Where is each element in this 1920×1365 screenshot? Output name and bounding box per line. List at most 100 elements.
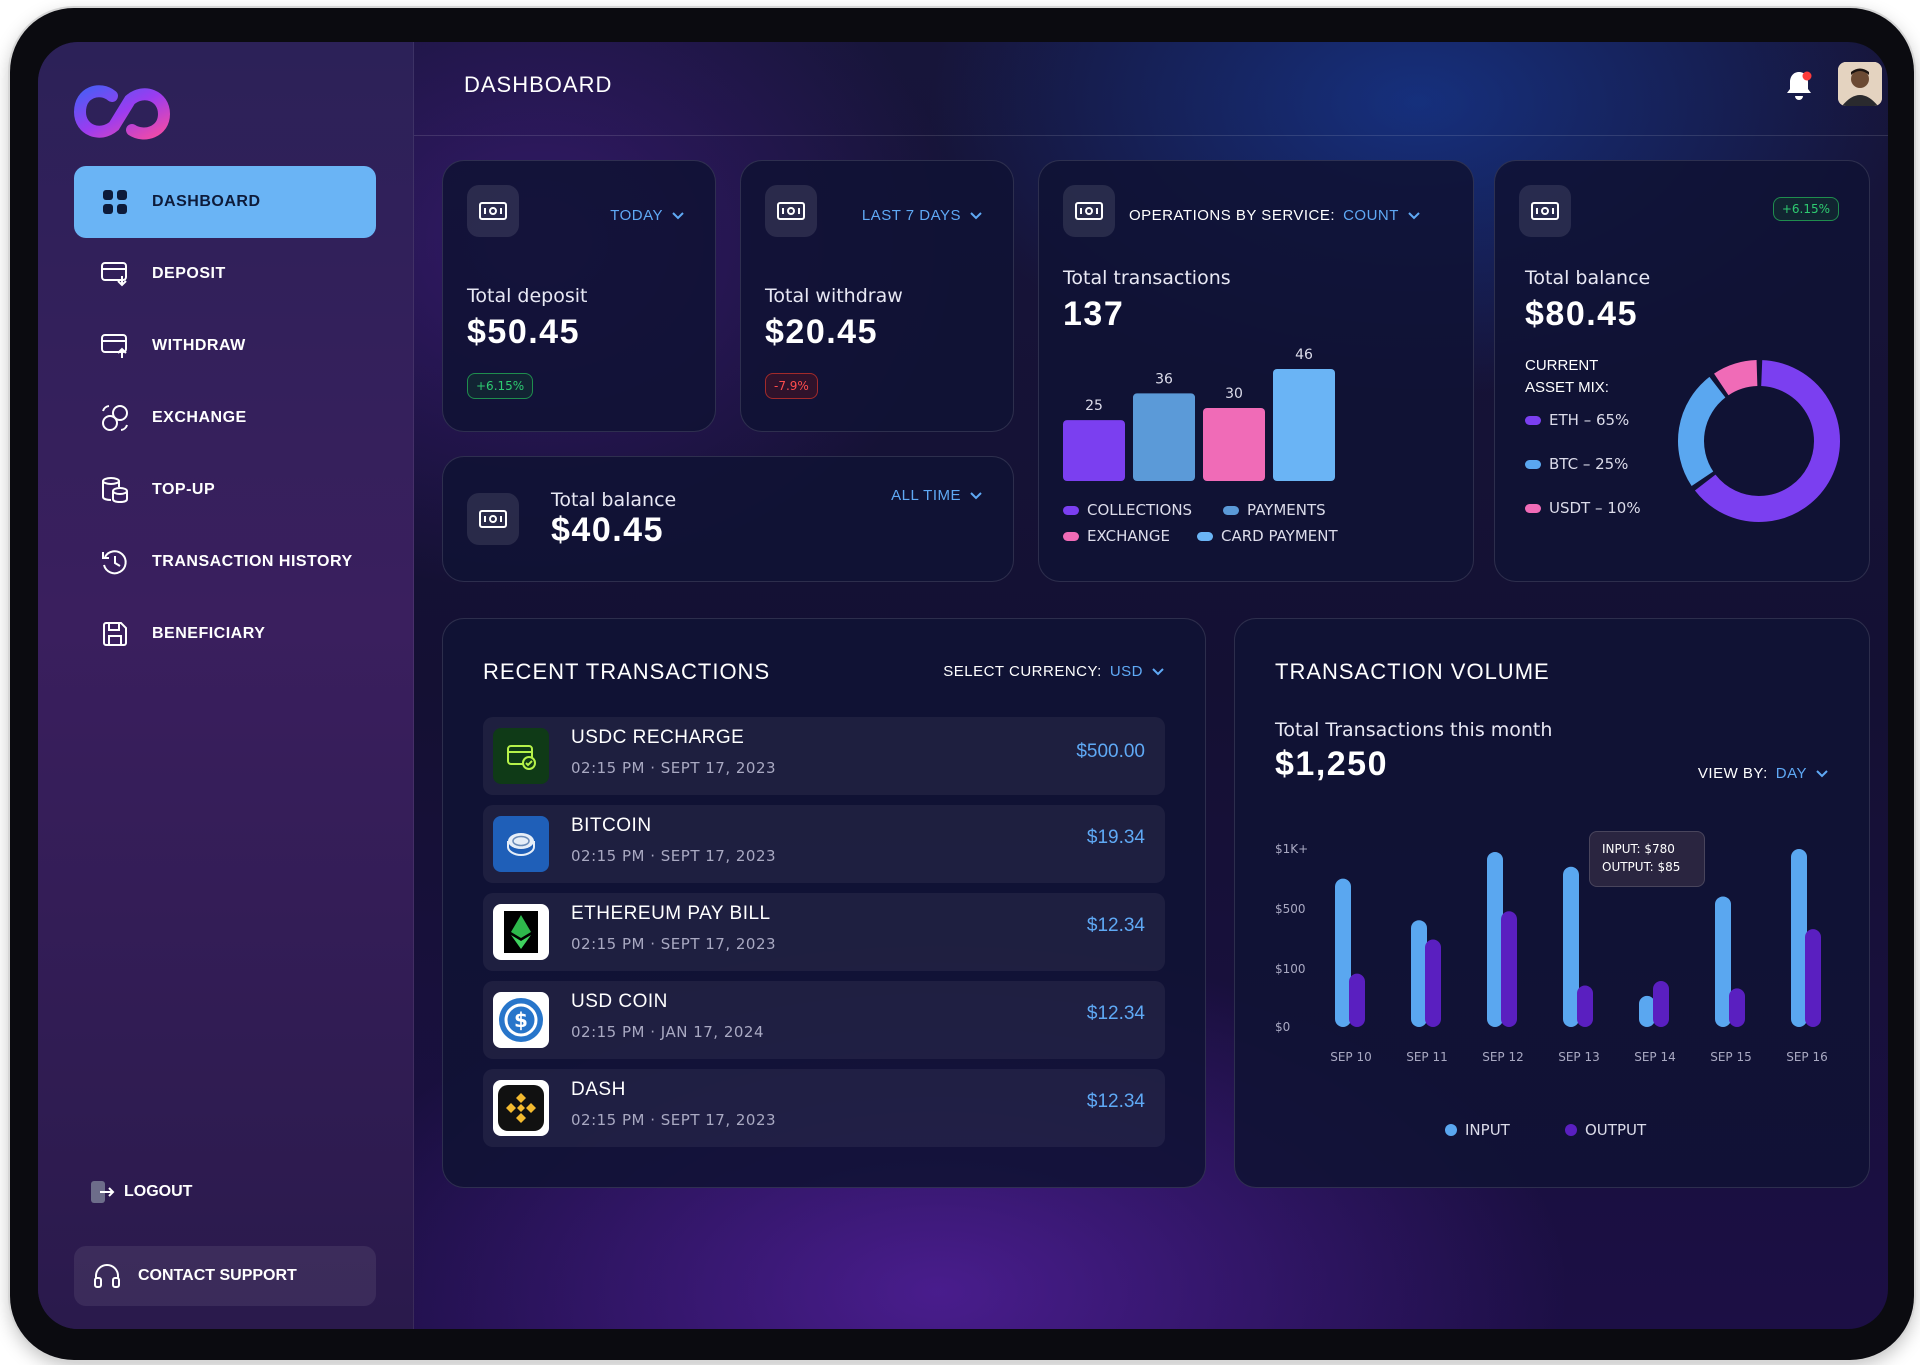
range-dropdown[interactable]: TODAY: [610, 207, 685, 224]
chevron-down-icon: [970, 491, 982, 499]
transaction-amount: $19.34: [1086, 827, 1145, 848]
sidebar-item-exchange[interactable]: EXCHANGE: [74, 382, 376, 454]
range-value: TODAY: [610, 207, 663, 224]
sidebar-item-beneficiary[interactable]: BENEFICIARY: [74, 598, 376, 670]
bar-input-3: [1563, 866, 1579, 1027]
avatar[interactable]: [1838, 62, 1882, 106]
usd-coin-icon: $: [493, 992, 549, 1048]
sidebar-item-top-up[interactable]: TOP-UP: [74, 454, 376, 526]
transaction-name: BITCOIN: [571, 815, 652, 836]
contact-support-button[interactable]: CONTACT SUPPORT: [74, 1246, 376, 1306]
legend-swatch: [1223, 505, 1239, 515]
transaction-date: 02:15 PM · SEPT 17, 2023: [571, 759, 777, 777]
legend-label: USDT – 10%: [1549, 499, 1641, 517]
transaction-amount: $12.34: [1086, 1003, 1145, 1024]
chart-tooltip: INPUT: $780 OUTPUT: $85: [1589, 831, 1705, 887]
volume-label: Total Transactions this month: [1275, 719, 1553, 741]
range-value: LAST 7 DAYS: [861, 207, 961, 224]
legend-label: BTC – 25%: [1549, 455, 1629, 473]
legend-label: EXCHANGE: [1087, 527, 1170, 545]
transaction-date: 02:15 PM · SEPT 17, 2023: [571, 935, 777, 953]
ethereum-icon: [493, 904, 549, 960]
sidebar-item-deposit[interactable]: DEPOSIT: [74, 238, 376, 310]
chevron-down-icon: [672, 211, 684, 219]
donut-slice-0: [1694, 360, 1840, 522]
x-tick-label: SEP 13: [1558, 1050, 1600, 1064]
balance-mix-card: +6.15% Total balance $80.45 CURRENT ASSE…: [1494, 160, 1870, 582]
data-label: 36: [1155, 371, 1173, 387]
legend-output: OUTPUT: [1565, 1121, 1646, 1139]
bar-input-4: [1639, 995, 1655, 1027]
transaction-row[interactable]: USDC RECHARGE 02:15 PM · SEPT 17, 2023 $…: [483, 717, 1165, 795]
bar-input-5: [1715, 896, 1731, 1027]
brand-logo: [73, 85, 171, 140]
sidebar-item-dashboard[interactable]: DASHBOARD: [74, 166, 376, 238]
card-in-icon: [100, 259, 130, 289]
currency-prefix: SELECT CURRENCY:: [943, 663, 1102, 680]
range-dropdown[interactable]: LAST 7 DAYS: [862, 207, 983, 224]
cash-icon: [467, 185, 519, 237]
operations-mode-dropdown[interactable]: OPERATIONS BY SERVICE: COUNT: [1129, 207, 1421, 224]
asset-mix-title: CURRENT ASSET MIX:: [1525, 355, 1609, 399]
y-tick-label: $1K+: [1275, 842, 1308, 856]
legend-swatch: [1063, 505, 1079, 515]
headset-icon: [94, 1264, 120, 1288]
legend-label: INPUT: [1465, 1121, 1510, 1139]
coins-icon: [100, 475, 130, 505]
legend-swatch: [1565, 1124, 1577, 1136]
x-tick-label: SEP 11: [1406, 1050, 1448, 1064]
range-value: ALL TIME: [891, 487, 961, 504]
contact-support-label: CONTACT SUPPORT: [138, 1267, 297, 1284]
status-badge: +6.15%: [1772, 197, 1839, 221]
y-tick-label: $100: [1275, 962, 1306, 976]
sidebar-item-label: TRANSACTION HISTORY: [152, 553, 353, 570]
legend-exchange: EXCHANGE: [1063, 527, 1170, 545]
mix-item-btc: BTC – 25%: [1525, 455, 1628, 473]
chevron-down-icon: [1408, 211, 1420, 219]
legend-swatch: [1197, 531, 1213, 541]
transaction-name: USD COIN: [571, 991, 668, 1012]
sidebar-item-label: DEPOSIT: [152, 265, 226, 282]
range-dropdown[interactable]: ALL TIME: [891, 487, 983, 504]
operations-prefix: OPERATIONS BY SERVICE:: [1129, 207, 1336, 224]
operations-label: Total transactions: [1063, 267, 1231, 289]
transaction-row[interactable]: ETHEREUM PAY BILL 02:15 PM · SEPT 17, 20…: [483, 893, 1165, 971]
transaction-row[interactable]: $ USD COIN 02:15 PM · JAN 17, 2024 $12.3…: [483, 981, 1165, 1059]
view-by-dropdown[interactable]: VIEW BY: DAY: [1698, 765, 1829, 782]
legend-swatch: [1445, 1124, 1457, 1136]
legend-payments: PAYMENTS: [1223, 501, 1326, 519]
asset-mix-title-line: CURRENT: [1525, 357, 1599, 374]
data-label: 46: [1295, 347, 1313, 363]
operations-bar-chart: 25 36 30 46: [1063, 347, 1335, 481]
tooltip-line: INPUT: $780: [1602, 842, 1675, 856]
bell-icon[interactable]: [1784, 68, 1814, 102]
bar-collections: [1063, 420, 1125, 481]
logout-button[interactable]: LOGOUT: [88, 1178, 192, 1206]
mix-item-usdt: USDT – 10%: [1525, 499, 1641, 517]
section-title: RECENT TRANSACTIONS: [483, 659, 771, 684]
legend-collections: COLLECTIONS: [1063, 501, 1192, 519]
currency-dropdown[interactable]: SELECT CURRENCY: USD: [943, 663, 1165, 680]
transaction-row[interactable]: BITCOIN 02:15 PM · SEPT 17, 2023 $19.34: [483, 805, 1165, 883]
cash-icon: [467, 493, 519, 545]
sidebar-item-transaction-history[interactable]: TRANSACTION HISTORY: [74, 526, 376, 598]
balance-value: $40.45: [551, 511, 664, 549]
clock-icon: [100, 547, 130, 577]
transaction-amount: $12.34: [1086, 1091, 1145, 1112]
legend-label: ETH – 65%: [1549, 411, 1630, 429]
sidebar-item-withdraw[interactable]: WITHDRAW: [74, 310, 376, 382]
currency-value: USD: [1109, 663, 1143, 680]
bar-payments: [1133, 393, 1195, 481]
sidebar-item-label: BENEFICIARY: [152, 625, 266, 642]
legend-swatch: [1525, 503, 1541, 513]
data-label: 25: [1085, 398, 1103, 414]
x-tick-label: SEP 16: [1786, 1050, 1828, 1064]
operations-card: OPERATIONS BY SERVICE: COUNT Total trans…: [1038, 160, 1474, 582]
bar-output-6: [1805, 929, 1821, 1027]
sidebar-item-label: EXCHANGE: [152, 409, 247, 426]
transaction-row[interactable]: DASH 02:15 PM · SEPT 17, 2023 $12.34: [483, 1069, 1165, 1147]
tooltip-line: OUTPUT: $85: [1602, 860, 1681, 874]
deposit-label: Total deposit: [467, 285, 588, 307]
operations-mode-value: COUNT: [1343, 207, 1399, 224]
data-label: 30: [1225, 386, 1243, 402]
